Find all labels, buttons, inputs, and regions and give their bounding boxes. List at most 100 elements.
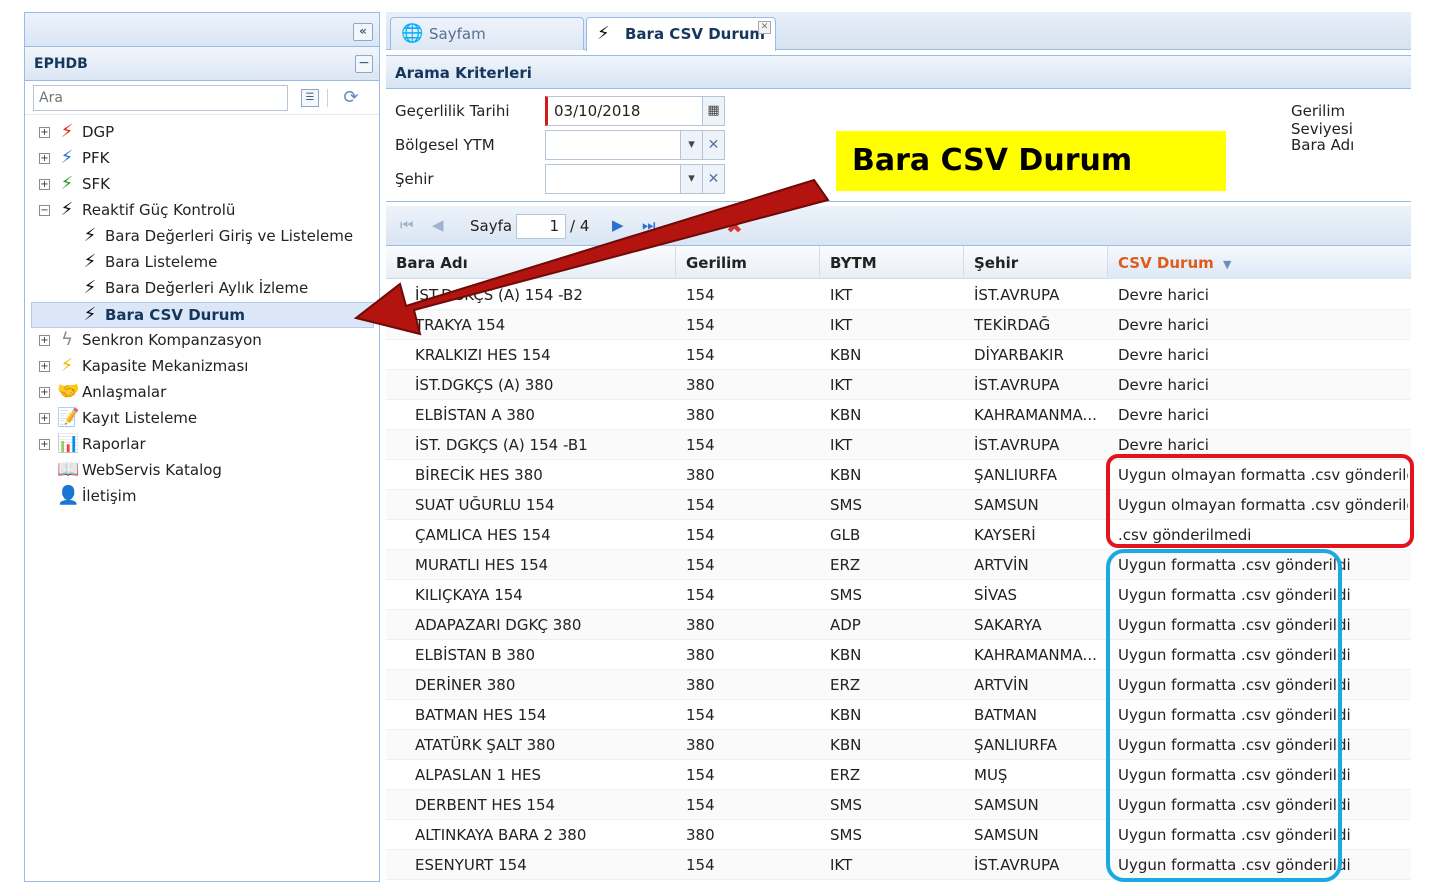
calendar-icon[interactable]: ▦ [703,96,725,126]
column-header-sehir[interactable]: Şehir [964,246,1108,279]
cell-bytm: KBN [830,466,862,484]
double-chevron-left-icon[interactable]: « [353,23,373,41]
tree-node-kayıt-listeleme[interactable]: + 📝 Kayıt Listeleme [25,406,379,432]
tree-node-dgp[interactable]: + ⚡ DGP [25,120,379,146]
first-page-icon[interactable]: ⏮ [400,216,414,234]
tab-label: Bara CSV Durum [625,25,766,43]
chevron-down-icon[interactable]: ▾ [681,130,703,160]
lightning-blue-icon: ⚡ [60,147,74,168]
tree-node-senkron-kompanzasyon[interactable]: + ϟ Senkron Kompanzasyon [25,328,379,354]
cell-bytm: ERZ [830,556,861,574]
cell-bara-adi: BİRECİK HES 380 [415,466,543,484]
expand-icon[interactable]: + [39,387,50,398]
column-header-bara-adi[interactable]: Bara Adı [386,246,676,279]
tree-node-webservis-katalog[interactable]: 📖 WebServis Katalog [25,458,379,484]
cell-bara-adi: ALPASLAN 1 HES [415,766,542,784]
clear-icon[interactable]: ✕ [703,130,725,160]
tree-node-sfk[interactable]: + ⚡ SFK [25,172,379,198]
invalid-format-highlight [1106,454,1414,548]
last-page-icon[interactable]: ⏭ [642,216,656,234]
table-row[interactable]: İST.DGKÇS (A) 154 -B2 154 IKT İST.AVRUPA Dev… [386,280,1411,310]
tree-node-bara-değerleri-giriş-ve-listeleme[interactable]: ⚡ Bara Değerleri Giriş ve Listeleme [25,224,379,250]
cell-csv-durum: Devre harici [1118,376,1209,394]
expand-icon[interactable]: + [39,439,50,450]
cell-gerilim: 380 [686,736,715,754]
tree-node-label: İletişim [82,487,137,505]
tab-bara-csv-durum[interactable]: ⚡ Bara CSV Durum ✕ [586,17,776,51]
table-row[interactable]: ELBİSTAN A 380 380 KBN KAHRAMANMA... Devre h… [386,400,1411,430]
tree-node-i-letişim[interactable]: 👤 İletişim [25,484,379,510]
page-count: / 4 [570,217,590,235]
tree-node-pfk[interactable]: + ⚡ PFK [25,146,379,172]
table-row[interactable]: KRALKIZI HES 154 154 KBN DİYARBAKIR Devre ha… [386,340,1411,370]
tree-node-label: WebServis Katalog [82,461,222,479]
cell-bara-adi: İST.DGKÇS (A) 154 -B2 [415,286,583,304]
minimize-icon[interactable]: − [355,55,373,73]
cell-sehir: MUŞ [974,766,1008,784]
column-header-gerilim[interactable]: Gerilim [676,246,820,279]
delete-icon[interactable]: ✖ [726,214,743,238]
cell-gerilim: 154 [686,316,715,334]
expand-icon[interactable]: + [39,413,50,424]
expand-icon[interactable]: + [39,179,50,190]
chevron-down-icon[interactable]: ▾ [681,164,703,194]
cell-gerilim: 380 [686,466,715,484]
tree-node-reaktif-güç-kontrolü[interactable]: − ⚡ Reaktif Güç Kontrolü [25,198,379,224]
expand-icon[interactable]: + [39,361,50,372]
validity-date-field[interactable]: 03/10/2018 [545,96,703,126]
regional-ytm-combo[interactable] [545,130,681,160]
cell-csv-durum: Devre harici [1118,406,1209,424]
bara-name-label: Bara Adı [1291,136,1355,154]
list-icon[interactable]: ☰ [301,89,319,107]
tree-node-label: Senkron Kompanzasyon [82,331,262,349]
expand-icon[interactable]: + [39,335,50,346]
annotation-text: Bara CSV Durum [852,143,1133,178]
table-row[interactable]: İST.DGKÇS (A) 380 380 IKT İST.AVRUPA Devre h… [386,370,1411,400]
next-page-icon[interactable]: ▶ [612,216,624,234]
tree-node-bara-değerleri-aylık-i-zleme[interactable]: ⚡ Bara Değerleri Aylık İzleme [25,276,379,302]
lightning-black-icon: ⚡ [83,225,97,246]
cell-bara-adi: ELBİSTAN A 380 [415,406,535,424]
collapse-icon[interactable]: − [39,205,50,216]
page-label: Sayfa [470,217,513,235]
tree-node-label: DGP [82,123,115,141]
expand-icon[interactable]: + [39,153,50,164]
cell-gerilim: 154 [686,796,715,814]
cell-gerilim: 154 [686,856,715,874]
city-combo[interactable] [545,164,681,194]
cell-csv-durum: Devre harici [1118,346,1209,364]
tree-node-anlaşmalar[interactable]: + 🤝 Anlaşmalar [25,380,379,406]
column-header-label: CSV Durum [1118,254,1214,272]
page-number-input[interactable]: 1 [516,214,566,239]
tree-node-kapasite-mekanizması[interactable]: + ⚡ Kapasite Mekanizması [25,354,379,380]
cell-sehir: SAKARYA [974,616,1042,634]
grid-header: Bara Adı Gerilim BYTM Şehir CSV Durum ▼ [386,246,1411,279]
column-header-csv-durum[interactable]: CSV Durum ▼ [1108,246,1411,279]
refresh-icon[interactable]: ⟳ [339,87,363,109]
column-header-bytm[interactable]: BYTM [820,246,964,279]
cell-gerilim: 380 [686,616,715,634]
search-row: ☰ ⟳ [25,81,379,115]
tree-node-label: Reaktif Güç Kontrolü [82,201,236,219]
cell-sehir: SAMSUN [974,826,1039,844]
cell-bara-adi: İST.DGKÇS (A) 380 [415,376,554,394]
tab-bar: 🌐 Sayfam ⚡ Bara CSV Durum ✕ [386,12,1411,51]
expand-icon[interactable]: + [39,127,50,138]
cell-csv-durum: Devre harici [1118,316,1209,334]
tree-node-bara-csv-durum[interactable]: ⚡ Bara CSV Durum [31,302,374,328]
cell-bytm: KBN [830,736,862,754]
table-row[interactable]: TRAKYA 154 154 IKT TEKİRDAĞ Devre harici [386,310,1411,340]
cell-gerilim: 380 [686,406,715,424]
lightning-black-icon: ⚡ [83,251,97,272]
close-icon[interactable]: ✕ [758,21,771,34]
clear-icon[interactable]: ✕ [703,164,725,194]
cell-bytm: KBN [830,406,862,424]
tree-node-bara-listeleme[interactable]: ⚡ Bara Listeleme [25,250,379,276]
tree-node-raporlar[interactable]: + 📊 Raporlar [25,432,379,458]
previous-page-icon[interactable]: ◀ [432,216,444,234]
tab-sayfam[interactable]: 🌐 Sayfam [390,17,584,50]
cell-sehir: DİYARBAKIR [974,346,1064,364]
cell-bytm: IKT [830,856,853,874]
search-input[interactable] [33,85,288,111]
cell-sehir: SAMSUN [974,496,1039,514]
